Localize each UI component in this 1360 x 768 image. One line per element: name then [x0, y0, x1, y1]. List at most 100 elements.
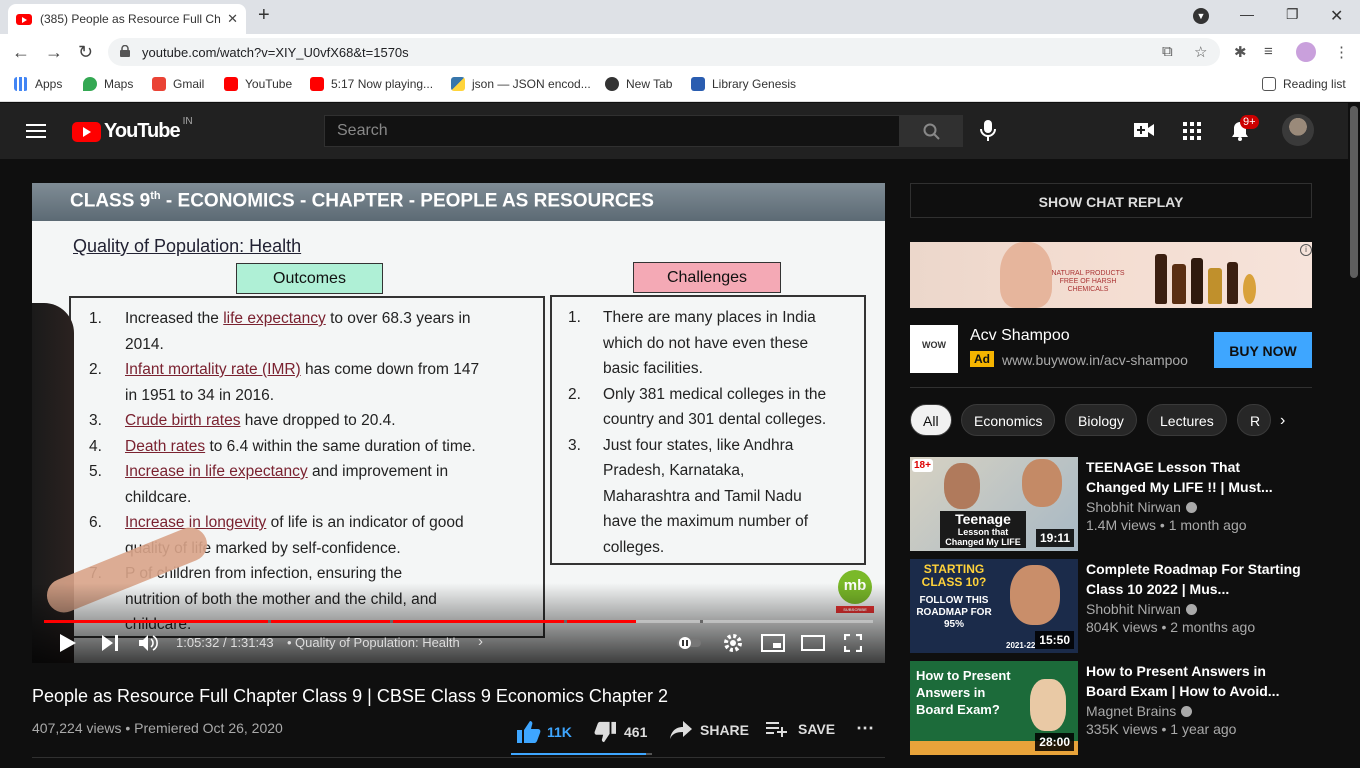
bookmark-new-tab[interactable]: New Tab — [605, 77, 672, 91]
video-title[interactable]: Complete Roadmap For Starting Class 10 2… — [1086, 559, 1301, 599]
buy-now-button[interactable]: BUY NOW — [1214, 332, 1312, 368]
dislike-button[interactable]: 461 — [594, 721, 647, 743]
recommended-video[interactable]: STARTING CLASS 10? FOLLOW THIS ROADMAP F… — [910, 559, 1312, 653]
video-title[interactable]: TEENAGE Lesson That Changed My LIFE !! |… — [1086, 457, 1301, 497]
save-button[interactable]: SAVE — [766, 721, 835, 737]
ad-advertiser-logo[interactable]: WOW — [910, 325, 958, 373]
challenge-line: colleges. — [603, 538, 665, 556]
channel-name[interactable]: Shobhit Nirwan — [1086, 601, 1197, 617]
save-playlist-icon — [766, 722, 787, 737]
tab-search-icon[interactable]: ▼ — [1193, 8, 1209, 24]
video-views-date: 407,224 views • Premiered Oct 26, 2020 — [32, 720, 283, 736]
chip-all[interactable]: All — [910, 404, 952, 436]
outcome-line: 4. Death rates to 6.4 within the same dur… — [89, 437, 476, 455]
play-icon[interactable] — [60, 634, 76, 652]
ad-url[interactable]: www.buywow.in/acv-shampoo — [1002, 352, 1188, 368]
ad-product-fruit — [1243, 274, 1256, 304]
channel-name[interactable]: Shobhit Nirwan — [1086, 499, 1197, 515]
video-player[interactable]: CLASS 9th - ECONOMICS - CHAPTER - PEOPLE… — [32, 183, 885, 663]
search-input[interactable]: Search — [324, 115, 900, 147]
show-chat-replay-button[interactable]: SHOW CHAT REPLAY — [910, 183, 1312, 218]
extensions-puzzle-icon[interactable]: ✱ — [1234, 43, 1247, 61]
chip-partial[interactable]: R — [1237, 404, 1271, 436]
ad-banner-image[interactable]: NATURAL PRODUCTS FREE OF HARSH CHEMICALS — [910, 242, 1312, 308]
theater-mode-icon[interactable] — [801, 635, 825, 651]
create-video-icon[interactable] — [1134, 123, 1154, 137]
recommended-video[interactable]: How to Present Answers in Board Exam? 28… — [910, 661, 1312, 755]
outcome-line: 5. Increase in life expectancy and improv… — [89, 463, 449, 480]
outcome-line: 6. Increase in longevity of life is an in… — [89, 514, 464, 531]
channel-name[interactable]: Magnet Brains — [1086, 703, 1193, 719]
new-tab-button[interactable]: + — [258, 4, 270, 27]
thumbs-down-icon — [594, 721, 616, 743]
youtube-logo[interactable]: YouTube IN — [72, 116, 193, 143]
close-window-button[interactable]: ✕ — [1330, 6, 1343, 26]
bookmark-apps[interactable]: Apps — [14, 77, 62, 91]
url-text: youtube.com/watch?v=XIY_U0vfX68&t=1570s — [142, 44, 409, 60]
video-title[interactable]: How to Present Answers in Board Exam | H… — [1086, 661, 1301, 701]
verified-check-icon — [1185, 604, 1197, 615]
chapter-chevron-icon[interactable]: › — [478, 633, 483, 650]
chip-lectures[interactable]: Lectures — [1147, 404, 1227, 436]
video-thumbnail[interactable]: How to Present Answers in Board Exam? 28… — [910, 661, 1078, 755]
autoplay-toggle[interactable] — [677, 637, 701, 649]
microphone-icon[interactable] — [980, 120, 996, 142]
recommended-video[interactable]: 18+ Teenage Lesson that Changed My LIFE 1… — [910, 457, 1312, 551]
bookmark-json[interactable]: json — JSON encod... — [451, 77, 591, 91]
scrollbar-thumb[interactable] — [1350, 106, 1358, 278]
more-actions-icon[interactable]: ⋯ — [856, 718, 874, 739]
restore-button[interactable]: ❐ — [1286, 6, 1299, 23]
chrome-menu-icon[interactable]: ⋮ — [1334, 43, 1349, 61]
share-arrow-icon — [670, 721, 692, 739]
thumb-person — [1010, 565, 1060, 625]
ad-info-icon[interactable]: i — [1300, 244, 1312, 256]
chapter-title[interactable]: Quality of Population: Health — [295, 635, 460, 650]
bookmark-now-playing[interactable]: 5:17 Now playing... — [310, 77, 433, 91]
video-thumbnail[interactable]: STARTING CLASS 10? FOLLOW THIS ROADMAP F… — [910, 559, 1078, 653]
thumb-tag: 2021-22 — [1006, 641, 1036, 650]
forward-arrow-icon[interactable]: → — [45, 42, 63, 63]
hamburger-menu-icon[interactable] — [26, 124, 46, 138]
youtube-play-icon — [72, 121, 101, 142]
chips-next-chevron-icon[interactable]: › — [1280, 412, 1285, 430]
minimize-button[interactable]: — — [1240, 6, 1254, 22]
ad-product-bottle — [1227, 262, 1238, 304]
video-meta: 335K views • 1 year ago — [1086, 721, 1237, 737]
settings-gear-icon[interactable] — [723, 633, 743, 653]
python-icon — [451, 77, 465, 91]
bookmark-maps[interactable]: Maps — [83, 77, 133, 91]
bookmark-library-genesis[interactable]: Library Genesis — [691, 77, 796, 91]
challenge-line: country and 301 dental colleges. — [603, 411, 827, 428]
volume-icon[interactable] — [139, 634, 159, 652]
progress-bar[interactable] — [44, 620, 873, 623]
reading-list-icon — [1262, 77, 1276, 91]
outcome-line: 3. Crude birth rates have dropped to 20.4… — [89, 412, 396, 429]
back-arrow-icon[interactable]: ← — [12, 42, 30, 63]
outcome-line: childcare. — [125, 488, 192, 506]
fullscreen-icon[interactable] — [844, 634, 862, 652]
video-thumbnail[interactable]: 18+ Teenage Lesson that Changed My LIFE 1… — [910, 457, 1078, 551]
reload-icon[interactable]: ↻ — [78, 42, 93, 63]
profile-avatar[interactable] — [1296, 42, 1316, 62]
browser-tab[interactable]: (385) People as Resource Full Cha ✕ — [8, 4, 246, 34]
chip-economics[interactable]: Economics — [961, 404, 1056, 436]
user-avatar[interactable] — [1282, 114, 1314, 146]
open-in-app-icon[interactable]: ⧉ — [1162, 43, 1173, 60]
apps-grid-icon[interactable] — [1183, 122, 1201, 140]
bookmark-gmail[interactable]: Gmail — [152, 77, 204, 91]
close-tab-icon[interactable]: ✕ — [227, 11, 238, 27]
maps-pin-icon — [83, 77, 97, 91]
media-queue-icon[interactable]: ≡ — [1264, 43, 1273, 60]
bookmark-youtube[interactable]: YouTube — [224, 77, 292, 91]
address-bar[interactable]: youtube.com/watch?v=XIY_U0vfX68&t=1570s — [108, 38, 1220, 66]
like-button[interactable]: 11K — [517, 721, 572, 743]
ad-title[interactable]: Acv Shampoo — [970, 327, 1070, 345]
bookmark-star-icon[interactable]: ☆ — [1194, 43, 1207, 61]
chip-biology[interactable]: Biology — [1065, 404, 1137, 436]
share-button[interactable]: SHARE — [670, 721, 749, 739]
reading-list[interactable]: Reading list — [1262, 77, 1346, 91]
next-video-icon[interactable] — [102, 635, 118, 651]
time-display: 1:05:32 / 1:31:43 — [176, 635, 274, 650]
search-button[interactable] — [899, 115, 963, 147]
miniplayer-icon[interactable] — [761, 634, 785, 652]
